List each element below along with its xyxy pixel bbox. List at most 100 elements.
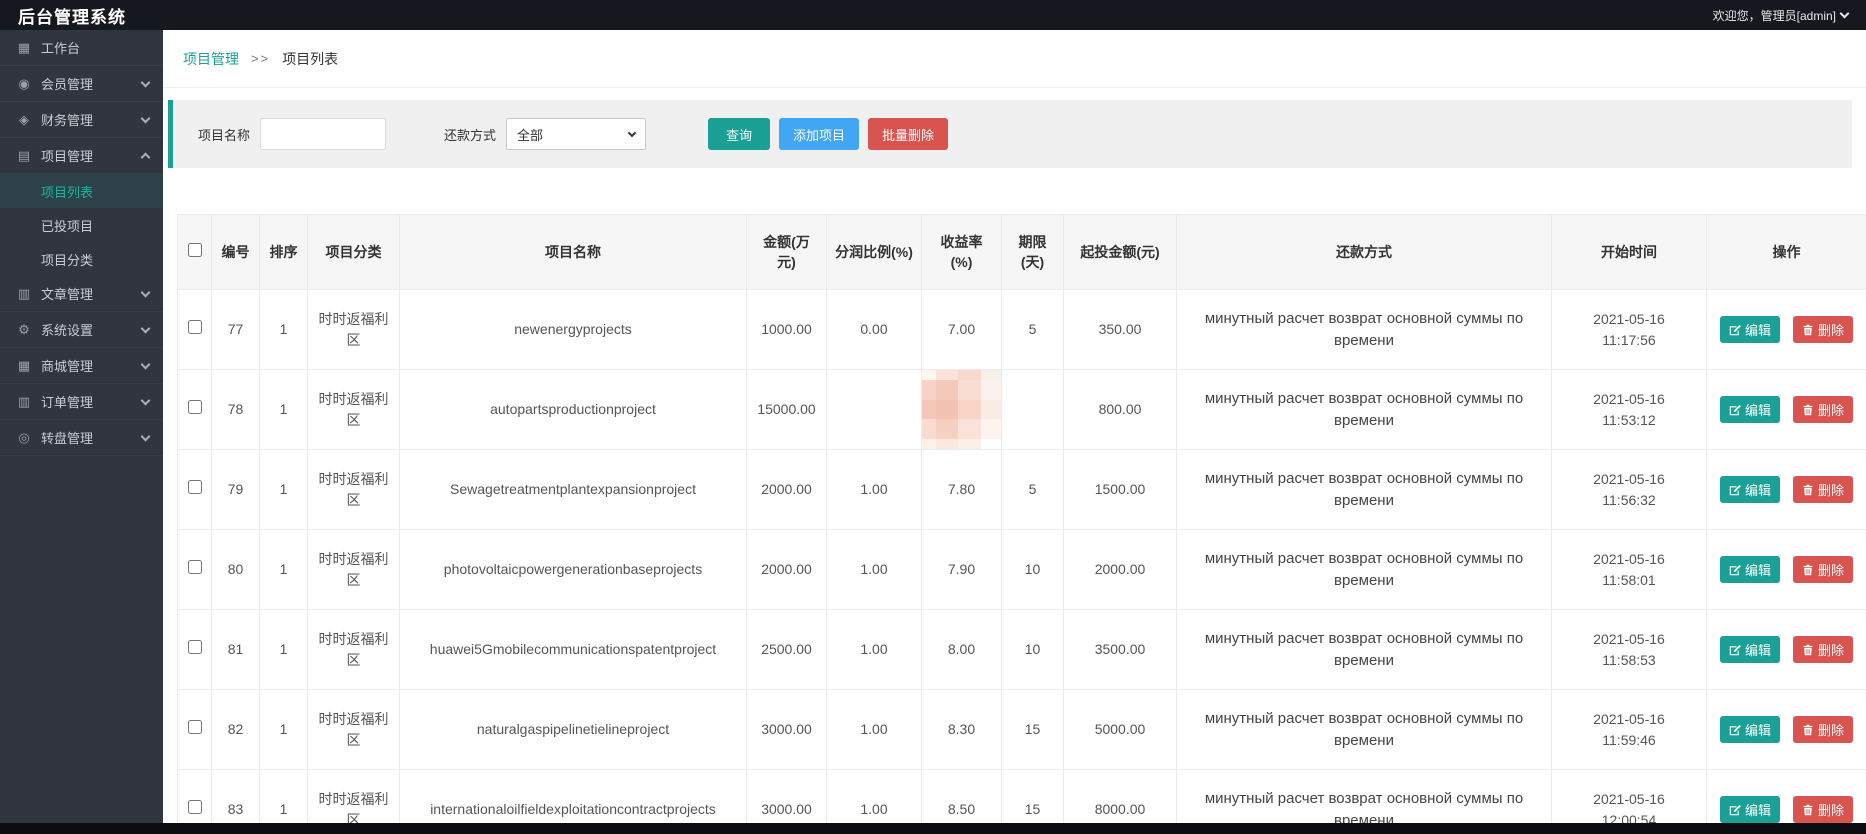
cell-profit-ratio: 0.00 (826, 289, 922, 370)
projects-submenu: 项目列表 已投项目 项目分类 (0, 174, 163, 276)
sidebar-item-label: 项目列表 (41, 184, 94, 200)
row-checkbox[interactable] (187, 800, 202, 815)
header-name: 项目名称 (399, 214, 747, 290)
row-select-cell (177, 369, 212, 450)
select-all-checkbox[interactable] (187, 242, 202, 257)
cell-category: 时时返福利区 (307, 289, 400, 370)
cell-start-time: 2021-05-16 11:59:46 (1551, 689, 1707, 770)
selected-option: 全部 (517, 127, 544, 143)
delete-button[interactable]: 删除 (1792, 716, 1853, 743)
repayment-method-select[interactable]: 全部 (506, 118, 647, 150)
delete-button[interactable]: 删除 (1792, 796, 1853, 823)
projects-icon: ▤ (17, 147, 31, 163)
edit-button[interactable]: 编辑 (1720, 796, 1781, 823)
edit-button[interactable]: 编辑 (1720, 316, 1781, 343)
search-button[interactable]: 查询 (708, 118, 771, 150)
row-checkbox[interactable] (187, 480, 202, 495)
delete-button[interactable]: 删除 (1792, 396, 1853, 423)
cell-profit-ratio: 1.00 (826, 529, 922, 610)
sidebar-item-orders[interactable]: ▥ 订单管理 (0, 384, 163, 420)
cell-sort: 1 (259, 529, 308, 610)
censored-mosaic-overlay (922, 370, 1001, 449)
edit-button[interactable]: 编辑 (1720, 716, 1781, 743)
cell-sort: 1 (259, 449, 308, 530)
breadcrumb-separator: >> (251, 51, 271, 66)
edit-pencil-icon (1729, 324, 1741, 335)
sidebar-item-label: 财务管理 (41, 113, 94, 128)
breadcrumb-current: 项目列表 (282, 50, 339, 67)
edit-pencil-icon (1729, 724, 1741, 735)
sidebar-item-members[interactable]: ◉ 会员管理 (0, 66, 163, 102)
add-project-button[interactable]: 添加项目 (779, 118, 860, 150)
sidebar-item-mall[interactable]: ▦ 商城管理 (0, 348, 163, 384)
select-caret-icon (627, 128, 637, 137)
delete-button[interactable]: 删除 (1792, 636, 1853, 663)
top-bar: 后台管理系统 欢迎您，管理员[admin] (0, 0, 1866, 30)
project-table-body: 77 1 时时返福利区 newenergyprojects 1000.00 0.… (177, 289, 1866, 834)
edit-button[interactable]: 编辑 (1720, 476, 1781, 503)
table-header-row: 编号 排序 项目分类 项目名称 金额(万元) 分润比例(%) 收益率(%) 期限… (177, 214, 1866, 290)
sidebar-item-workbench[interactable]: ▦ 工作台 (0, 30, 163, 66)
delete-button-label: 删除 (1817, 563, 1844, 578)
breadcrumb-parent-link[interactable]: 项目管理 (183, 49, 239, 69)
project-table: 编号 排序 项目分类 项目名称 金额(万元) 分润比例(%) 收益率(%) 期限… (177, 214, 1866, 834)
sidebar-item-project-list[interactable]: 项目列表 (0, 174, 163, 208)
edit-button[interactable]: 编辑 (1720, 556, 1781, 583)
edit-button[interactable]: 编辑 (1720, 396, 1781, 423)
row-checkbox[interactable] (187, 320, 202, 335)
user-menu[interactable]: 欢迎您，管理员[admin] (1713, 7, 1850, 24)
cell-start-time: 2021-05-16 11:17:56 (1551, 289, 1707, 370)
sidebar-item-system-settings[interactable]: ⚙ 系统设置 (0, 312, 163, 348)
header-min-invest: 起投金额(元) (1063, 214, 1177, 290)
chevron-up-icon (140, 152, 151, 162)
project-name-label: 项目名称 (198, 127, 251, 143)
cell-term: 15 (1001, 689, 1064, 770)
cell-sort: 1 (259, 289, 308, 370)
cell-project-name: newenergyprojects (399, 289, 747, 370)
sidebar-item-finance[interactable]: ◈ 财务管理 (0, 102, 163, 138)
row-select-cell (177, 289, 212, 370)
yield-value: 7.00 (947, 321, 976, 338)
delete-button-label: 删除 (1817, 643, 1844, 658)
cell-start-time: 2021-05-16 11:58:01 (1551, 529, 1707, 610)
cell-min-invest: 2000.00 (1063, 529, 1177, 610)
batch-delete-button[interactable]: 批量删除 (868, 118, 949, 150)
cell-yield: 8.30 (921, 689, 1002, 770)
sidebar-item-wheel[interactable]: ◎ 转盘管理 (0, 420, 163, 456)
cell-project-name: autopartsproductionproject (399, 369, 747, 450)
cell-amount: 15000.00 (746, 369, 827, 450)
project-name-input[interactable] (260, 118, 387, 150)
cell-project-name: huawei5Gmobilecommunicationspatentprojec… (399, 609, 747, 690)
cell-term: 10 (1001, 529, 1064, 610)
delete-button-label: 删除 (1817, 483, 1844, 498)
settings-gear-icon: ⚙ (18, 321, 30, 337)
sidebar-item-projects[interactable]: ▤ 项目管理 (0, 138, 163, 174)
edit-button-label: 编辑 (1745, 803, 1772, 818)
header-repayment: 还款方式 (1176, 214, 1552, 290)
bottom-edge-bar (0, 823, 1866, 834)
cell-id: 80 (211, 529, 260, 610)
articles-icon: ▥ (17, 285, 31, 301)
row-checkbox[interactable] (187, 720, 202, 735)
yield-value: 7.80 (947, 481, 976, 498)
table-row: 80 1 时时返福利区 photovoltaicpowergenerationb… (177, 529, 1866, 610)
row-checkbox[interactable] (187, 560, 202, 575)
row-checkbox[interactable] (187, 640, 202, 655)
cell-sort: 1 (259, 689, 308, 770)
delete-button[interactable]: 删除 (1792, 476, 1853, 503)
delete-button[interactable]: 删除 (1792, 556, 1853, 583)
edit-button[interactable]: 编辑 (1720, 636, 1781, 663)
chevron-down-icon (140, 77, 151, 87)
sidebar: ▦ 工作台 ◉ 会员管理 ◈ 财务管理 ▤ 项目管理 项目列表 已投项目 项目分… (0, 30, 163, 834)
sidebar-item-project-categories[interactable]: 项目分类 (0, 242, 163, 276)
sidebar-item-label: 转盘管理 (41, 431, 94, 446)
yield-value: 8.30 (947, 721, 976, 738)
sidebar-item-invested-projects[interactable]: 已投项目 (0, 208, 163, 242)
sidebar-item-articles[interactable]: ▥ 文章管理 (0, 276, 163, 312)
cell-id: 82 (211, 689, 260, 770)
cell-project-name: photovoltaicpowergenerationbaseprojects (399, 529, 747, 610)
table-row: 77 1 时时返福利区 newenergyprojects 1000.00 0.… (177, 289, 1866, 370)
cell-profit-ratio (826, 369, 922, 450)
row-checkbox[interactable] (187, 400, 202, 415)
delete-button[interactable]: 删除 (1792, 316, 1853, 343)
